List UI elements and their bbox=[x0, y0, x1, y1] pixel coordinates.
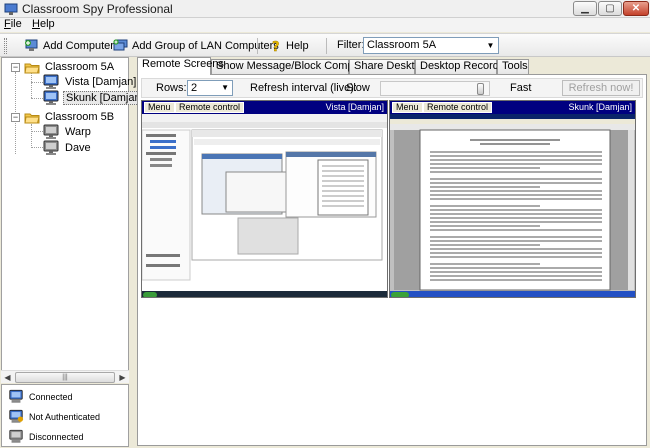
screen-title: Vista [Damjan] bbox=[325, 102, 384, 112]
slow-label: Slow bbox=[346, 82, 370, 94]
status-legend: Connected Not Authenticated Disconnected bbox=[1, 384, 129, 447]
computer-disconnected-icon bbox=[43, 140, 59, 155]
computer-not-authenticated-icon bbox=[9, 409, 24, 423]
app-icon bbox=[4, 3, 18, 15]
menu-file[interactable]: File bbox=[4, 18, 22, 30]
vista-taskbar bbox=[142, 291, 387, 297]
tree-group-classroom-5b[interactable]: Classroom 5B bbox=[24, 109, 116, 125]
slider-thumb[interactable] bbox=[477, 83, 484, 95]
fast-label: Fast bbox=[510, 82, 532, 94]
start-button-icon bbox=[391, 292, 409, 297]
folder-open-icon bbox=[24, 113, 40, 123]
tree-group-classroom-5a[interactable]: Classroom 5A bbox=[24, 59, 116, 75]
legend-connected: Connected bbox=[8, 389, 73, 404]
toolbar-grip[interactable] bbox=[4, 38, 7, 54]
tab-tools[interactable]: Tools bbox=[497, 59, 529, 74]
tree-label: Vista [Damjan] bbox=[65, 76, 137, 88]
refresh-interval-slider[interactable] bbox=[380, 81, 490, 96]
legend-disconnected: Disconnected bbox=[8, 429, 84, 444]
refresh-now-button[interactable]: Refresh now! bbox=[562, 80, 640, 96]
tree-label: Classroom 5A bbox=[45, 61, 115, 73]
chevron-down-icon[interactable]: ▼ bbox=[221, 81, 229, 95]
tree-horizontal-scrollbar[interactable]: ◀ ||| ▶ bbox=[1, 370, 129, 383]
tab-strip: Remote Screens Show Message/Block Comput… bbox=[137, 57, 649, 75]
window-title: Classroom Spy Professional bbox=[22, 2, 173, 16]
rows-value: 2 bbox=[191, 82, 198, 94]
computer-disconnected-icon bbox=[9, 429, 23, 443]
legend-label: Not Authenticated bbox=[29, 411, 101, 422]
screen-menu-button[interactable]: Menu bbox=[144, 102, 175, 113]
remote-control-button[interactable]: Remote control bbox=[175, 102, 245, 113]
toolbar: Add Computer Add Group of LAN Computers … bbox=[0, 33, 650, 57]
computer-connected-icon bbox=[9, 389, 23, 403]
tree-line bbox=[31, 72, 32, 98]
filter-value: Classroom 5A bbox=[367, 39, 437, 51]
filter-label: Filter: bbox=[337, 39, 365, 51]
scroll-left-icon[interactable]: ◀ bbox=[1, 371, 14, 384]
toolbar-separator bbox=[257, 38, 258, 54]
rows-dropdown[interactable]: 2 ▼ bbox=[187, 80, 233, 96]
tree-item-warp[interactable]: Warp bbox=[42, 124, 93, 140]
scrollbar-thumb[interactable]: ||| bbox=[15, 372, 115, 383]
tree-label: Skunk [Damjan] bbox=[63, 91, 147, 105]
collapse-toggle-classroom-5a[interactable]: − bbox=[11, 63, 20, 72]
computer-connected-icon bbox=[43, 90, 59, 105]
legend-label: Disconnected bbox=[29, 431, 84, 442]
screen-controls: Rows: 2 ▼ Refresh interval (live): Slow … bbox=[141, 78, 643, 98]
tree-item-skunk[interactable]: Skunk [Damjan] bbox=[42, 90, 147, 106]
toolbar-separator bbox=[326, 38, 327, 54]
help-label: Help bbox=[286, 40, 309, 52]
screen-header: Menu Remote control Skunk [Damjan] bbox=[390, 101, 635, 114]
xp-taskbar bbox=[390, 291, 635, 297]
scroll-right-icon[interactable]: ▶ bbox=[116, 371, 129, 384]
tab-remote-screens[interactable]: Remote Screens bbox=[137, 57, 224, 75]
rows-label: Rows: bbox=[156, 82, 187, 94]
desktop-thumbnail-image bbox=[142, 114, 387, 297]
add-group-button[interactable]: Add Group of LAN Computers bbox=[113, 37, 279, 55]
filter-dropdown[interactable]: Classroom 5A ▼ bbox=[363, 37, 499, 54]
add-computer-label: Add Computer bbox=[43, 40, 114, 52]
start-button-icon bbox=[143, 292, 157, 297]
remote-screen-skunk[interactable]: Menu Remote control Skunk [Damjan] bbox=[389, 100, 636, 298]
tree-label: Dave bbox=[65, 142, 91, 154]
svg-text:?: ? bbox=[272, 40, 280, 53]
tree-item-vista[interactable]: Vista [Damjan] bbox=[42, 74, 138, 90]
computer-disconnected-icon bbox=[43, 124, 59, 139]
remote-screen-vista[interactable]: Menu Remote control Vista [Damjan] bbox=[141, 100, 388, 298]
tree-item-dave[interactable]: Dave bbox=[42, 140, 93, 156]
close-button[interactable]: ✕ bbox=[623, 1, 649, 16]
collapse-toggle-classroom-5b[interactable]: − bbox=[11, 113, 20, 122]
chevron-down-icon[interactable]: ▼ bbox=[484, 39, 497, 52]
refresh-interval-label: Refresh interval (live): bbox=[250, 82, 357, 94]
legend-label: Connected bbox=[29, 391, 73, 402]
menu-help[interactable]: Help bbox=[32, 18, 55, 30]
tree-label: Classroom 5B bbox=[45, 111, 115, 123]
computer-tree[interactable]: − Classroom 5A Vista [Damjan] Skunk [Dam… bbox=[1, 57, 147, 383]
screen-header: Menu Remote control Vista [Damjan] bbox=[142, 101, 387, 114]
legend-not-authenticated: Not Authenticated bbox=[8, 409, 100, 424]
add-computer-button[interactable]: Add Computer bbox=[24, 37, 114, 55]
add-group-icon bbox=[113, 39, 128, 51]
maximize-button[interactable]: ▢ bbox=[598, 1, 622, 16]
tab-desktop-recorder[interactable]: Desktop Recorder bbox=[415, 59, 509, 74]
folder-open-icon bbox=[24, 63, 40, 73]
title-bar: Classroom Spy Professional ▁ ▢ ✕ bbox=[0, 0, 650, 18]
menu-bar: File Help bbox=[0, 18, 650, 32]
screen-thumbnail[interactable] bbox=[390, 114, 635, 297]
desktop-thumbnail-image bbox=[390, 114, 635, 297]
remote-control-button[interactable]: Remote control bbox=[423, 102, 493, 113]
tab-show-message-block[interactable]: Show Message/Block Computers bbox=[211, 59, 378, 74]
help-button[interactable]: ? Help bbox=[269, 37, 309, 55]
tree-label: Warp bbox=[65, 126, 91, 138]
screen-title: Skunk [Damjan] bbox=[568, 102, 632, 112]
tab-share-desktop[interactable]: Share Desktop bbox=[349, 59, 427, 74]
computer-connected-icon bbox=[43, 74, 59, 89]
add-computer-icon bbox=[25, 39, 38, 51]
screen-menu-button[interactable]: Menu bbox=[392, 102, 423, 113]
minimize-button[interactable]: ▁ bbox=[573, 1, 597, 16]
screen-thumbnail[interactable] bbox=[142, 114, 387, 297]
tree-line bbox=[31, 124, 32, 148]
help-icon: ? bbox=[272, 40, 280, 53]
